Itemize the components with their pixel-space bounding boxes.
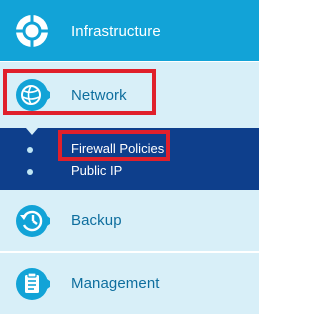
nav-item-backup[interactable]: Backup	[0, 190, 259, 252]
bullet-icon	[27, 169, 33, 175]
nav-item-infrastructure[interactable]: Infrastructure	[0, 0, 259, 62]
nav-item-management[interactable]: Management	[0, 253, 259, 314]
submenu-caret	[26, 128, 38, 135]
infrastructure-icon	[14, 13, 50, 49]
clock-backup-icon	[14, 203, 50, 239]
submenu-item-public-ip[interactable]: Public IP	[71, 163, 122, 178]
nav-item-label: Management	[71, 275, 160, 292]
bullet-icon	[27, 147, 33, 153]
highlight-box-network	[3, 69, 156, 115]
highlight-box-firewall-policies	[58, 130, 170, 161]
side-navigation: Infrastructure Network Firewall Policies…	[0, 0, 259, 314]
clipboard-icon	[14, 266, 50, 302]
nav-item-label: Infrastructure	[71, 22, 161, 40]
nav-item-label: Backup	[71, 212, 122, 229]
